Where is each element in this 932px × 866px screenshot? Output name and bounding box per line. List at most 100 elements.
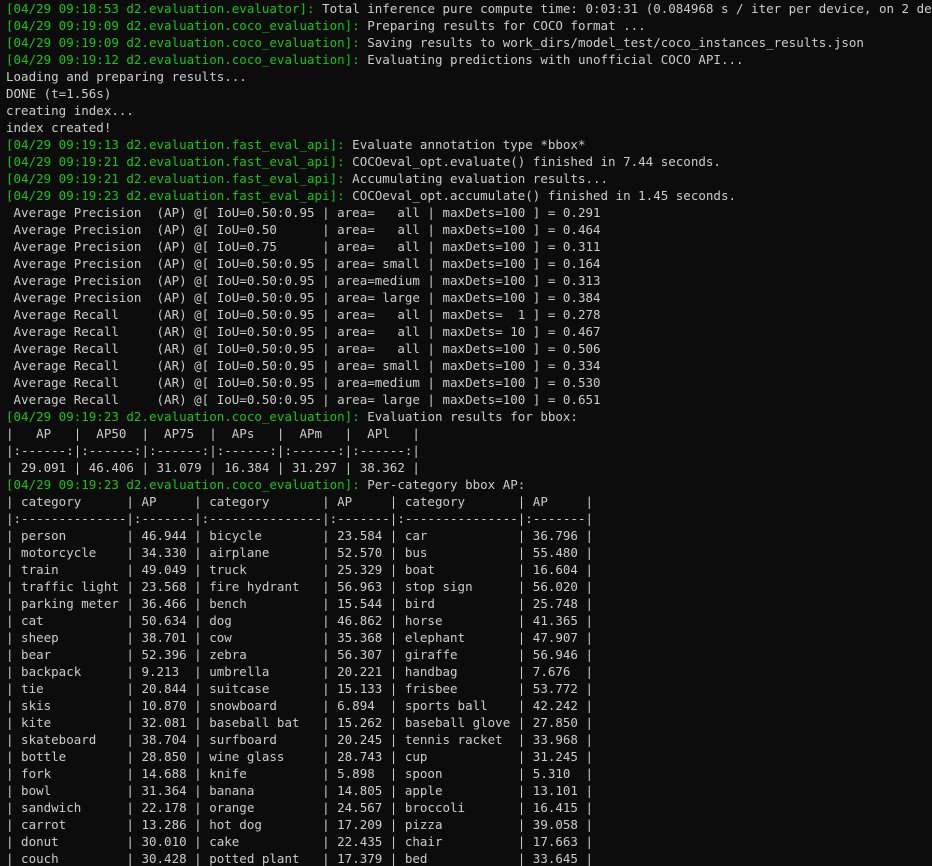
log-message: Average Precision (AP) @[ IoU=0.50 | are… — [6, 222, 601, 237]
terminal-line: [04/29 09:18:53 d2.evaluation.evaluator]… — [6, 0, 932, 17]
terminal-line: |:--------------|:-------|:-------------… — [6, 510, 932, 527]
log-message: Average Precision (AP) @[ IoU=0.50:0.95 … — [6, 256, 601, 271]
terminal-line: | bear | 52.396 | zebra | 56.307 | giraf… — [6, 646, 932, 663]
terminal-line: Average Precision (AP) @[ IoU=0.75 | are… — [6, 238, 932, 255]
log-message: | motorcycle | 34.330 | airplane | 52.57… — [6, 545, 593, 560]
log-message: | category | AP | category | AP | catego… — [6, 494, 593, 509]
terminal-line: Average Recall (AR) @[ IoU=0.50:0.95 | a… — [6, 306, 932, 323]
log-message: | bottle | 28.850 | wine glass | 28.743 … — [6, 749, 593, 764]
terminal-line: | motorcycle | 34.330 | airplane | 52.57… — [6, 544, 932, 561]
terminal-line: Average Precision (AP) @[ IoU=0.50:0.95 … — [6, 255, 932, 272]
terminal-line: [04/29 09:19:09 d2.evaluation.coco_evalu… — [6, 34, 932, 51]
log-message: Average Recall (AR) @[ IoU=0.50:0.95 | a… — [6, 358, 601, 373]
log-prefix: [04/29 09:19:09 d2.evaluation.coco_evalu… — [6, 18, 360, 33]
terminal-line: | parking meter | 36.466 | bench | 15.54… — [6, 595, 932, 612]
log-prefix: [04/29 09:19:23 d2.evaluation.coco_evalu… — [6, 477, 360, 492]
log-message: Average Precision (AP) @[ IoU=0.50:0.95 … — [6, 290, 601, 305]
terminal-line: [04/29 09:19:23 d2.evaluation.fast_eval_… — [6, 187, 932, 204]
log-message: |:------:|:------:|:------:|:------:|:--… — [6, 443, 420, 458]
terminal-line: DONE (t=1.56s) — [6, 85, 932, 102]
log-message: | traffic light | 23.568 | fire hydrant … — [6, 579, 593, 594]
log-message: | skateboard | 38.704 | surfboard | 20.2… — [6, 732, 593, 747]
terminal-line: Loading and preparing results... — [6, 68, 932, 85]
terminal-line: [04/29 09:19:21 d2.evaluation.fast_eval_… — [6, 153, 932, 170]
terminal-line: index created! — [6, 119, 932, 136]
log-message: Average Recall (AR) @[ IoU=0.50:0.95 | a… — [6, 392, 601, 407]
terminal-line: | train | 49.049 | truck | 25.329 | boat… — [6, 561, 932, 578]
log-prefix: [04/29 09:19:23 d2.evaluation.fast_eval_… — [6, 188, 345, 203]
terminal-line: | kite | 32.081 | baseball bat | 15.262 … — [6, 714, 932, 731]
log-message: Per-category bbox AP: — [359, 477, 526, 492]
terminal-line: Average Precision (AP) @[ IoU=0.50:0.95 … — [6, 204, 932, 221]
log-prefix: [04/29 09:18:53 d2.evaluation.evaluator]… — [6, 1, 315, 16]
log-message: DONE (t=1.56s) — [6, 86, 112, 101]
terminal-line: Average Precision (AP) @[ IoU=0.50 | are… — [6, 221, 932, 238]
log-message: COCOeval_opt.accumulate() finished in 1.… — [344, 188, 736, 203]
terminal-line: [04/29 09:19:23 d2.evaluation.coco_evalu… — [6, 408, 932, 425]
terminal-line: [04/29 09:19:23 d2.evaluation.coco_evalu… — [6, 476, 932, 493]
log-message: | skis | 10.870 | snowboard | 6.894 | sp… — [6, 698, 593, 713]
log-prefix: [04/29 09:19:13 d2.evaluation.fast_eval_… — [6, 137, 345, 152]
log-message: Average Recall (AR) @[ IoU=0.50:0.95 | a… — [6, 324, 601, 339]
log-prefix: [04/29 09:19:09 d2.evaluation.coco_evalu… — [6, 35, 360, 50]
log-message: | carrot | 13.286 | hot dog | 17.209 | p… — [6, 817, 593, 832]
log-message: | backpack | 9.213 | umbrella | 20.221 |… — [6, 664, 593, 679]
log-message: | kite | 32.081 | baseball bat | 15.262 … — [6, 715, 593, 730]
log-prefix: [04/29 09:19:23 d2.evaluation.coco_evalu… — [6, 409, 360, 424]
terminal-line: | donut | 30.010 | cake | 22.435 | chair… — [6, 833, 932, 850]
log-prefix: [04/29 09:19:21 d2.evaluation.fast_eval_… — [6, 154, 345, 169]
terminal-line: Average Recall (AR) @[ IoU=0.50:0.95 | a… — [6, 357, 932, 374]
terminal-line: | sheep | 38.701 | cow | 35.368 | elepha… — [6, 629, 932, 646]
terminal-line: | 29.091 | 46.406 | 31.079 | 16.384 | 31… — [6, 459, 932, 476]
log-message: | AP | AP50 | AP75 | APs | APm | APl | — [6, 426, 420, 441]
log-message: | bear | 52.396 | zebra | 56.307 | giraf… — [6, 647, 593, 662]
terminal-line: | skateboard | 38.704 | surfboard | 20.2… — [6, 731, 932, 748]
log-message: | couch | 30.428 | potted plant | 17.379… — [6, 851, 593, 866]
log-message: Average Precision (AP) @[ IoU=0.75 | are… — [6, 239, 601, 254]
log-message: Average Precision (AP) @[ IoU=0.50:0.95 … — [6, 273, 601, 288]
log-message: Evaluate annotation type *bbox* — [344, 137, 586, 152]
terminal-line: Average Recall (AR) @[ IoU=0.50:0.95 | a… — [6, 391, 932, 408]
terminal-line: Average Precision (AP) @[ IoU=0.50:0.95 … — [6, 272, 932, 289]
terminal-line: |:------:|:------:|:------:|:------:|:--… — [6, 442, 932, 459]
log-message: | sandwich | 22.178 | orange | 24.567 | … — [6, 800, 593, 815]
terminal-line: Average Recall (AR) @[ IoU=0.50:0.95 | a… — [6, 323, 932, 340]
terminal-line: Average Recall (AR) @[ IoU=0.50:0.95 | a… — [6, 374, 932, 391]
log-message: Loading and preparing results... — [6, 69, 247, 84]
terminal-line: creating index... — [6, 102, 932, 119]
log-message: | donut | 30.010 | cake | 22.435 | chair… — [6, 834, 593, 849]
log-message: Saving results to work_dirs/model_test/c… — [359, 35, 864, 50]
terminal-line: | sandwich | 22.178 | orange | 24.567 | … — [6, 799, 932, 816]
terminal-line: [04/29 09:19:13 d2.evaluation.fast_eval_… — [6, 136, 932, 153]
log-message: Average Recall (AR) @[ IoU=0.50:0.95 | a… — [6, 375, 601, 390]
log-message: | 29.091 | 46.406 | 31.079 | 16.384 | 31… — [6, 460, 420, 475]
log-message: | parking meter | 36.466 | bench | 15.54… — [6, 596, 593, 611]
terminal-line: | bowl | 31.364 | banana | 14.805 | appl… — [6, 782, 932, 799]
log-message: Accumulating evaluation results... — [344, 171, 609, 186]
terminal-line: [04/29 09:19:09 d2.evaluation.coco_evalu… — [6, 17, 932, 34]
log-message: |:--------------|:-------|:-------------… — [6, 511, 593, 526]
log-message: | sheep | 38.701 | cow | 35.368 | elepha… — [6, 630, 593, 645]
log-message: index created! — [6, 120, 112, 135]
terminal-line: | AP | AP50 | AP75 | APs | APm | APl | — [6, 425, 932, 442]
terminal-line: | carrot | 13.286 | hot dog | 17.209 | p… — [6, 816, 932, 833]
log-message: | fork | 14.688 | knife | 5.898 | spoon … — [6, 766, 593, 781]
log-prefix: [04/29 09:19:12 d2.evaluation.coco_evalu… — [6, 52, 360, 67]
log-message: COCOeval_opt.evaluate() finished in 7.44… — [344, 154, 721, 169]
terminal-line: | fork | 14.688 | knife | 5.898 | spoon … — [6, 765, 932, 782]
log-message: Evaluating predictions with unofficial C… — [359, 52, 744, 67]
log-message: Evaluation results for bbox: — [359, 409, 578, 424]
terminal-line: | bottle | 28.850 | wine glass | 28.743 … — [6, 748, 932, 765]
log-message: Total inference pure compute time: 0:03:… — [314, 1, 932, 16]
log-message: | tie | 20.844 | suitcase | 15.133 | fri… — [6, 681, 593, 696]
log-message: Preparing results for COCO format ... — [359, 18, 646, 33]
terminal-line: | couch | 30.428 | potted plant | 17.379… — [6, 850, 932, 866]
terminal-line: | skis | 10.870 | snowboard | 6.894 | sp… — [6, 697, 932, 714]
terminal-line: | tie | 20.844 | suitcase | 15.133 | fri… — [6, 680, 932, 697]
log-message: | person | 46.944 | bicycle | 23.584 | c… — [6, 528, 593, 543]
log-message: | bowl | 31.364 | banana | 14.805 | appl… — [6, 783, 593, 798]
terminal-output[interactable]: [04/29 09:18:53 d2.evaluation.evaluator]… — [0, 0, 932, 866]
terminal-line: Average Precision (AP) @[ IoU=0.50:0.95 … — [6, 289, 932, 306]
log-message: Average Recall (AR) @[ IoU=0.50:0.95 | a… — [6, 307, 601, 322]
terminal-line: | category | AP | category | AP | catego… — [6, 493, 932, 510]
